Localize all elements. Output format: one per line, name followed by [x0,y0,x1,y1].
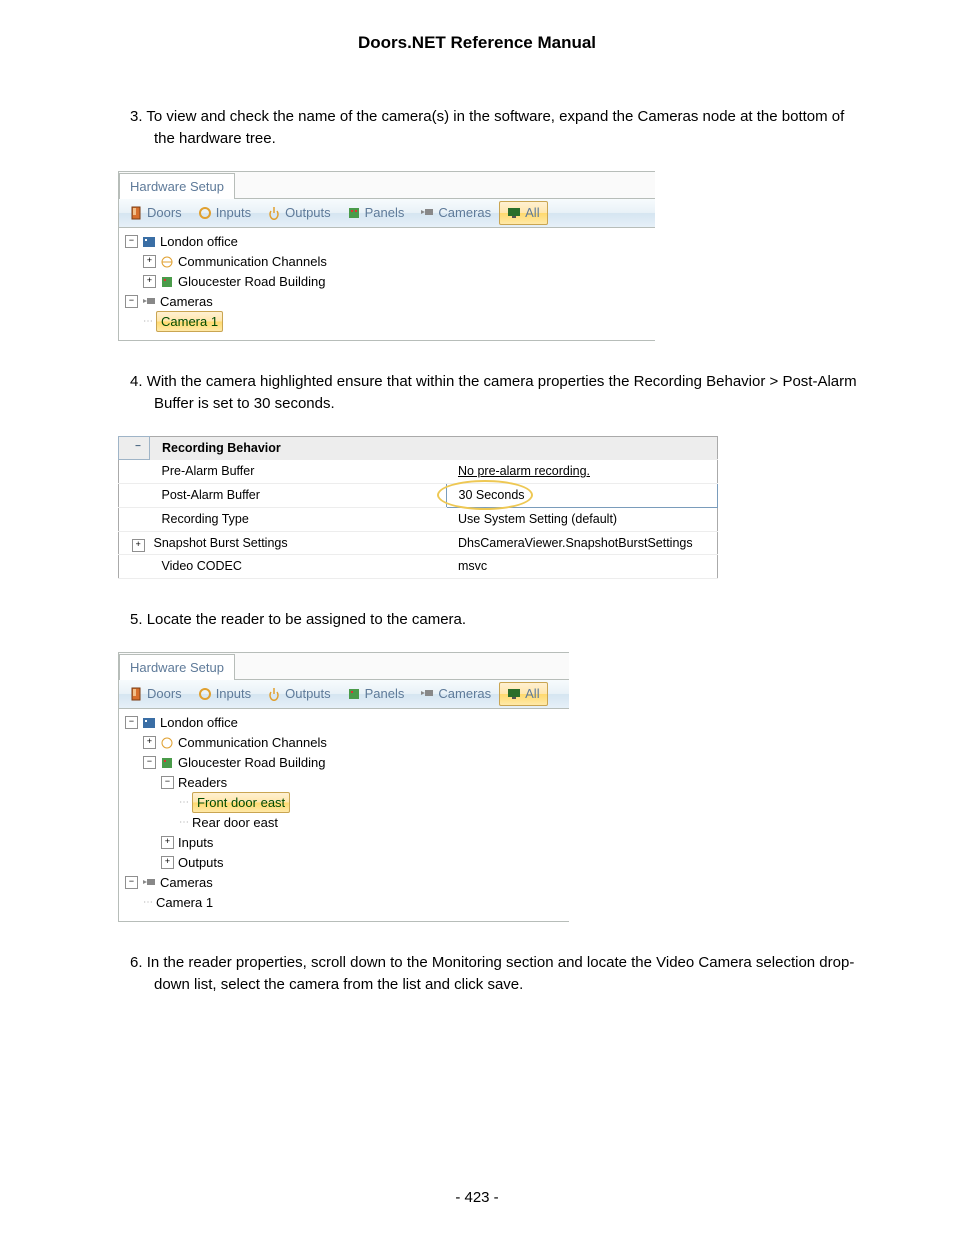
input-icon [198,206,212,220]
door-icon [129,206,143,220]
tree-node-cameras[interactable]: − Cameras [125,292,649,312]
step-number: 3. [130,108,143,125]
expand-icon[interactable]: + [161,856,174,869]
toolbar-cameras[interactable]: Cameras [412,682,499,706]
prop-row-codec[interactable]: Video CODEC msvc [119,555,718,579]
toolbar-all[interactable]: All [499,682,547,706]
tree-node-gloucester[interactable]: + Gloucester Road Building [125,272,649,292]
tree-node-gloucester[interactable]: − Gloucester Road Building [125,753,563,773]
tree-connector: ⋯ [179,815,188,830]
toolbar-doors[interactable]: Doors [121,201,190,225]
tree-node-camera-1[interactable]: ⋯ Camera 1 [125,312,649,332]
expand-icon[interactable]: + [161,836,174,849]
tree-node-front-door[interactable]: ⋯ Front door east [125,793,563,813]
prop-row-pre-alarm[interactable]: Pre-Alarm Buffer No pre-alarm recording. [119,460,718,484]
output-icon [267,687,281,701]
panel-icon [160,756,174,770]
step-text: In the reader properties, scroll down to… [147,954,855,994]
collapse-icon[interactable]: − [161,776,174,789]
step-4: 4. With the camera highlighted ensure th… [130,371,864,416]
step-text: Locate the reader to be assigned to the … [147,611,466,628]
panel-icon [347,687,361,701]
recording-behavior-grid: − Recording Behavior Pre-Alarm Buffer No… [118,436,718,580]
input-icon [198,687,212,701]
hardware-setup-screenshot-2: Hardware Setup Doors Inputs Outputs Pane… [118,652,569,922]
step-number: 5. [130,611,143,628]
prop-row-post-alarm[interactable]: Post-Alarm Buffer 30 Seconds [119,484,718,508]
toolbar-doors[interactable]: Doors [121,682,190,706]
collapse-icon[interactable]: − [143,756,156,769]
collapse-icon[interactable]: − [125,295,138,308]
step-number: 6. [130,954,143,971]
toolbar-panels[interactable]: Panels [339,201,413,225]
tree-node-london[interactable]: − London office [125,232,649,252]
camera-icon [142,876,156,890]
toolbar: Doors Inputs Outputs Panels Cameras All [119,198,655,228]
server-icon [142,235,156,249]
prop-row-recording-type[interactable]: Recording Type Use System Setting (defau… [119,507,718,531]
prop-row-snapshot[interactable]: + Snapshot Burst Settings DhsCameraViewe… [119,531,718,555]
hardware-tree: − London office + Communication Channels… [119,709,569,921]
tree-node-cameras[interactable]: − Cameras [125,873,563,893]
toolbar-inputs[interactable]: Inputs [190,682,259,706]
step-5: 5. Locate the reader to be assigned to t… [130,609,864,632]
toolbar-outputs[interactable]: Outputs [259,682,339,706]
collapse-icon[interactable]: − [125,876,138,889]
tree-connector: ⋯ [179,795,188,810]
monitor-icon [507,206,521,220]
tree-node-comm-channels[interactable]: + Communication Channels [125,252,649,272]
monitor-icon [507,687,521,701]
grid-section-header: Recording Behavior [150,436,718,460]
toolbar-all[interactable]: All [499,201,547,225]
expand-icon[interactable]: + [132,539,145,552]
server-icon [142,716,156,730]
tree-node-outputs[interactable]: + Outputs [125,853,563,873]
tree-node-comm-channels[interactable]: + Communication Channels [125,733,563,753]
network-icon [160,736,174,750]
toolbar-panels[interactable]: Panels [339,682,413,706]
expand-icon[interactable]: + [143,736,156,749]
collapse-icon[interactable]: − [125,716,138,729]
tree-node-rear-door[interactable]: ⋯ Rear door east [125,813,563,833]
step-text: With the camera highlighted ensure that … [147,373,857,413]
camera-icon [420,687,434,701]
door-icon [129,687,143,701]
step-6: 6. In the reader properties, scroll down… [130,952,864,997]
post-alarm-dropdown[interactable]: 30 Seconds [446,484,718,508]
tree-node-inputs[interactable]: + Inputs [125,833,563,853]
toolbar: Doors Inputs Outputs Panels Cameras All [119,679,569,709]
panel-icon [160,275,174,289]
tree-node-london[interactable]: − London office [125,713,563,733]
panel-tab-hardware-setup[interactable]: Hardware Setup [119,173,235,200]
hardware-setup-screenshot-1: Hardware Setup Doors Inputs Outputs Pane… [118,171,655,341]
hardware-tree: − London office + Communication Channels… [119,228,655,340]
panel-tab-hardware-setup[interactable]: Hardware Setup [119,654,235,681]
output-icon [267,206,281,220]
tree-connector: ⋯ [143,314,152,329]
step-number: 4. [130,373,143,390]
tree-node-camera-1[interactable]: ⋯ Camera 1 [125,893,563,913]
expand-icon[interactable]: + [143,275,156,288]
toolbar-inputs[interactable]: Inputs [190,201,259,225]
page-title: Doors.NET Reference Manual [90,30,864,56]
step-3: 3. To view and check the name of the cam… [130,106,864,151]
collapse-icon[interactable]: − [119,436,150,460]
tree-connector: ⋯ [143,895,152,910]
collapse-icon[interactable]: − [125,235,138,248]
toolbar-outputs[interactable]: Outputs [259,201,339,225]
camera-icon [420,206,434,220]
camera-icon [142,295,156,309]
tree-node-readers[interactable]: − Readers [125,773,563,793]
expand-icon[interactable]: + [143,255,156,268]
step-text: To view and check the name of the camera… [146,108,844,148]
panel-icon [347,206,361,220]
toolbar-cameras[interactable]: Cameras [412,201,499,225]
page-number: - 423 - [90,1187,864,1210]
network-icon [160,255,174,269]
